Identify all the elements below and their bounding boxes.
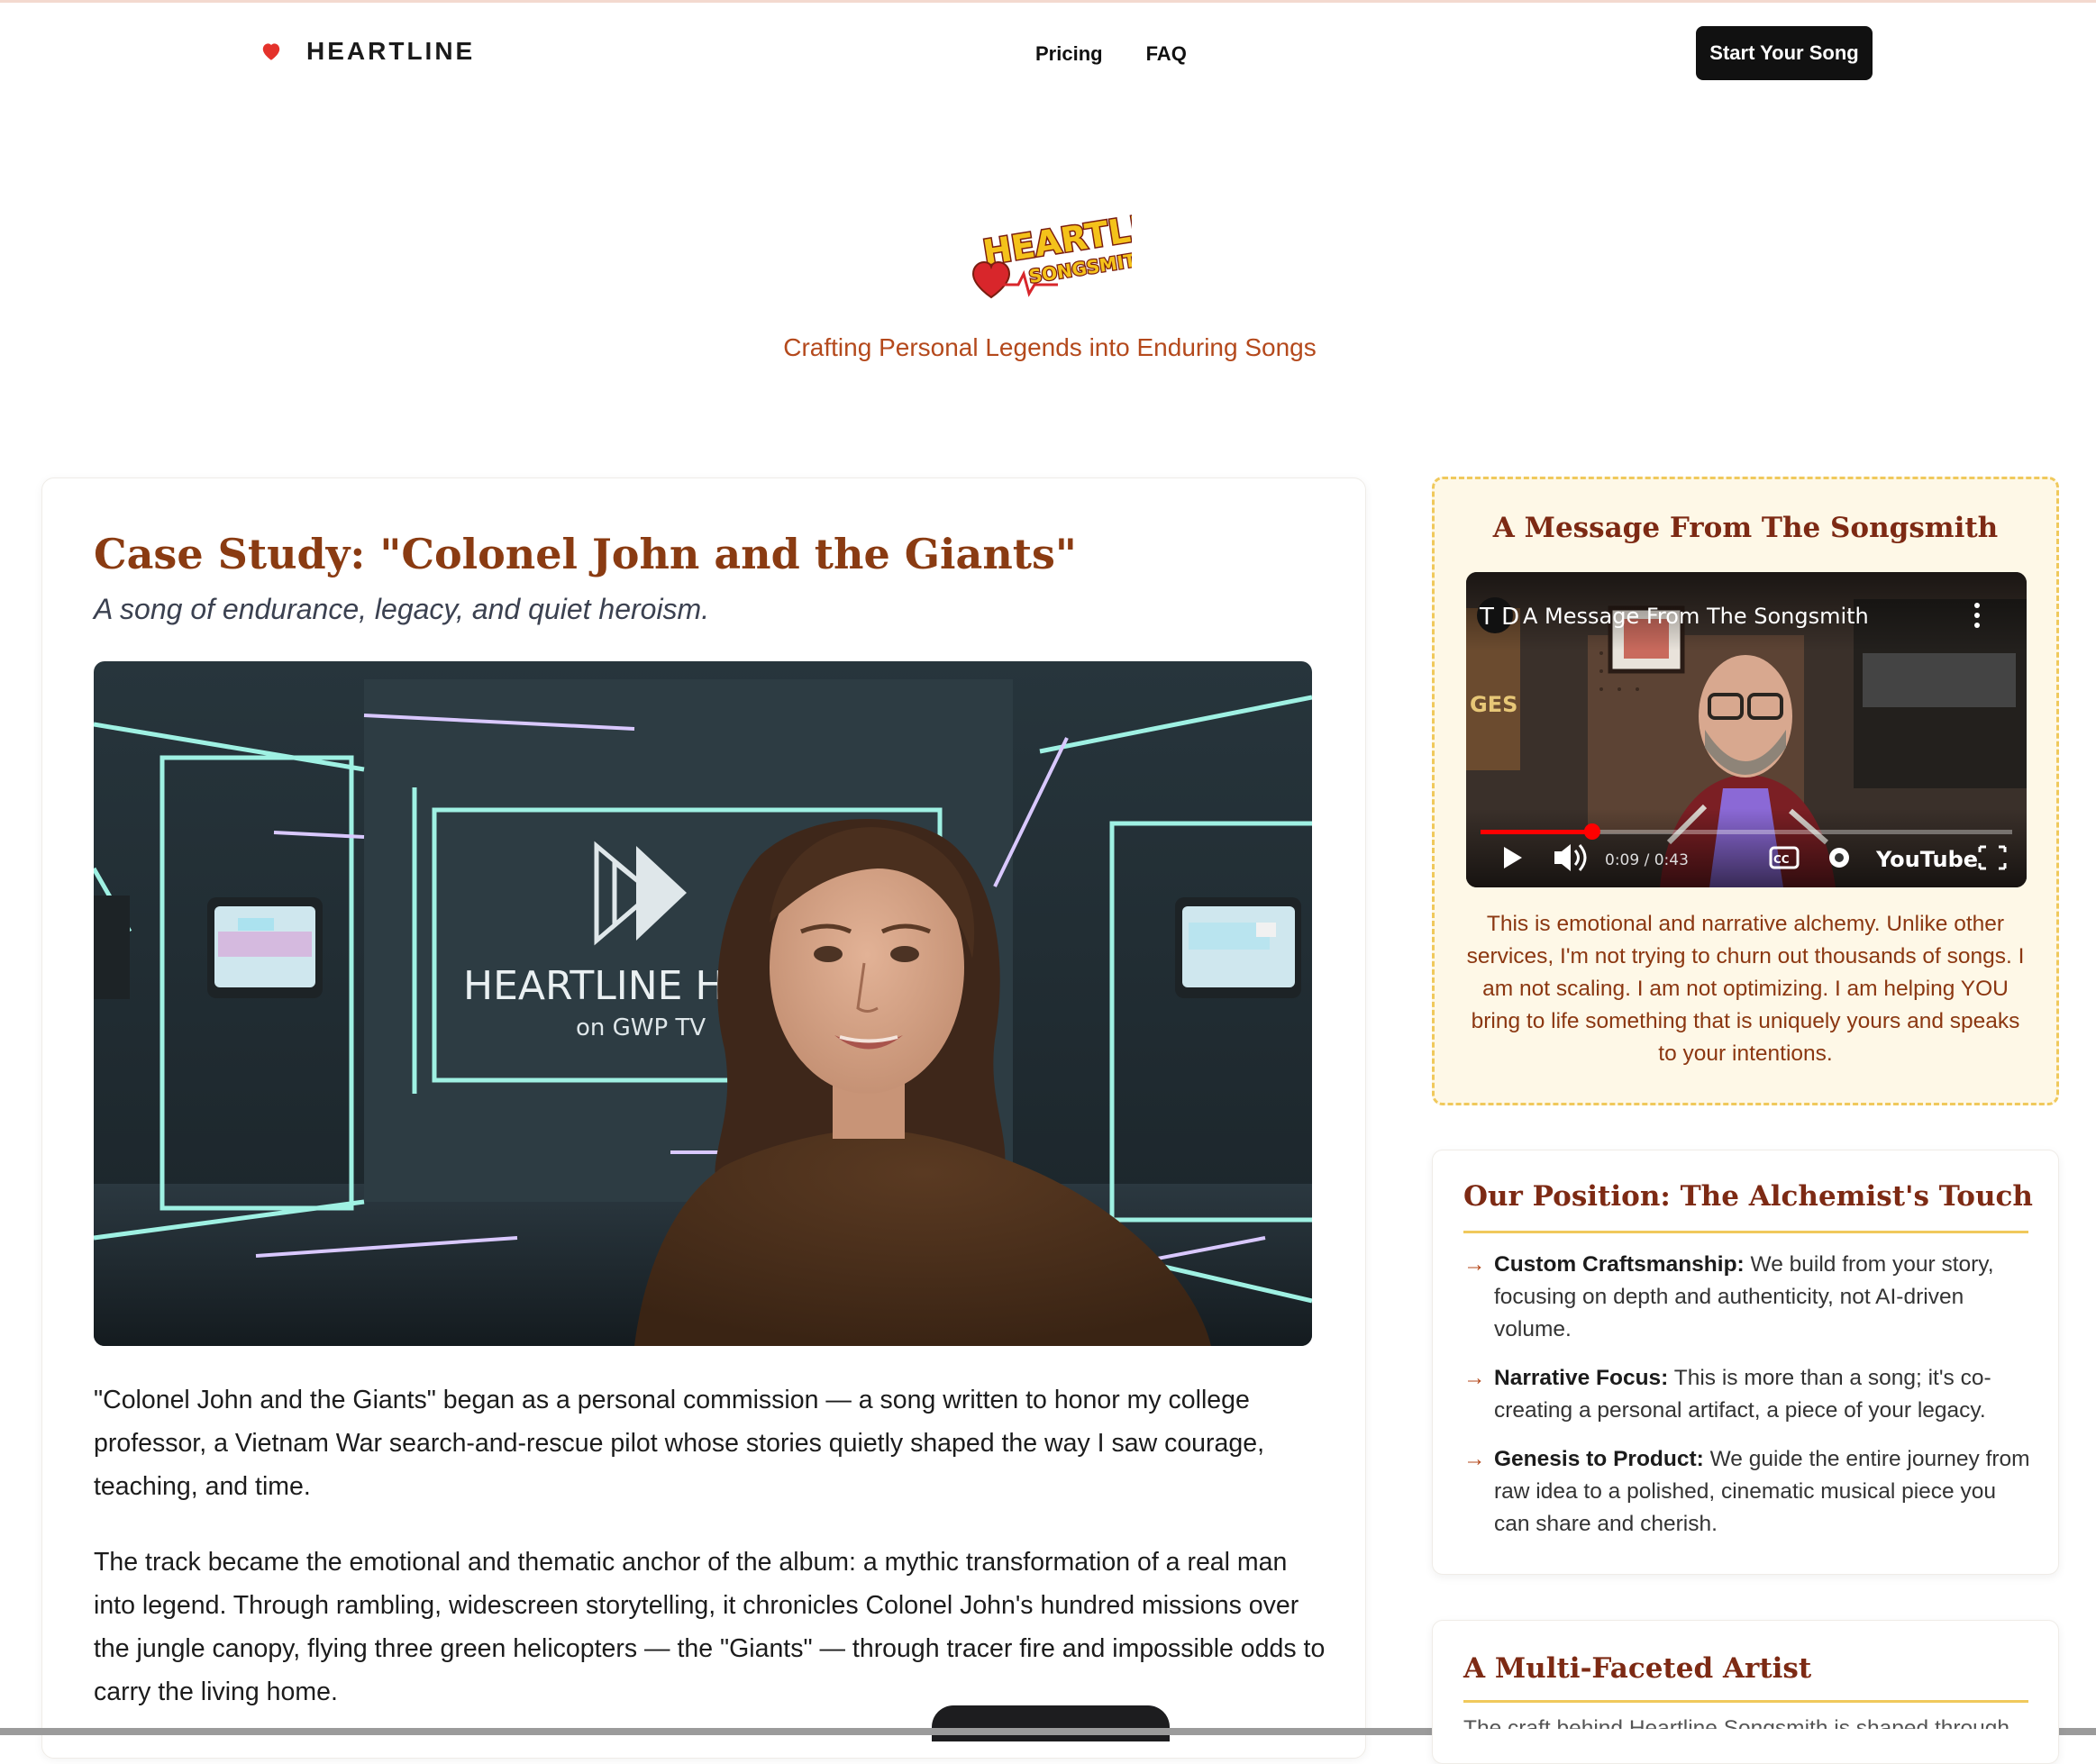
video-time: 0:09 / 0:43 <box>1605 851 1689 869</box>
position-item: → Narrative Focus: This is more than a so… <box>1463 1362 2031 1427</box>
songsmith-message-text: This is emotional and narrative alchemy.… <box>1466 912 2025 1066</box>
position-list: → Custom Craftsmanship: We build from you… <box>1463 1249 2031 1557</box>
studio-scene-illustration: HEARTLINE HITS on GWP TV <box>94 661 1312 1346</box>
case-study-paragraph-2: The track became the emotional and thema… <box>94 1548 1326 1706</box>
artist-card <box>1432 1620 2059 1764</box>
case-study-image: HEARTLINE HITS on GWP TV <box>94 661 1312 1346</box>
logo-heart-icon <box>971 260 1011 299</box>
settings-gear-icon[interactable] <box>1829 848 1849 868</box>
youtube-video-player[interactable]: GES T D A Message From The Songsmith 0:0… <box>1466 572 2027 887</box>
more-options-icon[interactable] <box>1974 603 1980 628</box>
captions-label: CC <box>1773 853 1790 866</box>
top-navbar: HEARTLINE Pricing FAQ Start Your Song <box>0 3 2096 104</box>
channel-initials: T D <box>1479 604 1519 631</box>
video-title[interactable]: A Message From The Songsmith <box>1523 604 1869 629</box>
songsmith-message-title: A Message From The Songsmith <box>1492 512 1999 544</box>
position-divider <box>1463 1231 2028 1233</box>
nav-link-faq[interactable]: FAQ <box>1146 42 1187 66</box>
heartline-songsmith-logo: HEARTLINE SONGSMITH <box>971 207 1132 299</box>
brand-name: HEARTLINE <box>306 37 476 65</box>
video-frame: GES T D A Message From The Songsmith 0:0… <box>1466 572 2027 887</box>
position-item-label: Narrative Focus: <box>1494 1366 1669 1390</box>
case-study-subtitle: A song of endurance, legacy, and quiet h… <box>94 593 710 625</box>
hero-tagline: Crafting Personal Legends into Enduring … <box>783 333 1317 361</box>
screen-subtitle: on GWP TV <box>576 1014 706 1041</box>
position-item: → Genesis to Product: We guide the entire… <box>1463 1443 2031 1541</box>
arrow-right-icon: → <box>1463 1366 1486 1390</box>
youtube-logo[interactable]: YouTube <box>1875 847 1978 872</box>
artist-title: A Multi-Faceted Artist <box>1463 1652 1812 1685</box>
heart-icon <box>262 43 280 60</box>
position-item: → Custom Craftsmanship: We build from you… <box>1463 1249 2031 1346</box>
video-scrubber[interactable] <box>1583 823 1600 840</box>
arrow-right-icon: → <box>1463 1447 1486 1471</box>
artist-text-cut: The craft behind Heartline Songsmith is … <box>1463 1716 2028 1729</box>
case-study-title: Case Study: "Colonel John and the Giants… <box>94 530 1077 578</box>
start-your-song-button[interactable]: Start Your Song <box>1696 26 1873 80</box>
artist-text: The craft behind Heartline Songsmith is … <box>1463 1716 2010 1729</box>
nav-links: Pricing FAQ <box>1035 42 1187 66</box>
nav-link-pricing[interactable]: Pricing <box>1035 42 1103 66</box>
position-item-label: Custom Craftsmanship: <box>1494 1252 1745 1277</box>
floating-toolbar[interactable] <box>932 1705 1170 1741</box>
position-title: Our Position: The Alchemist's Touch <box>1463 1180 2033 1213</box>
arrow-right-icon: → <box>1463 1252 1486 1277</box>
brand-link[interactable]: HEARTLINE <box>260 37 475 66</box>
position-item-label: Genesis to Product: <box>1494 1447 1704 1471</box>
video-progress-played <box>1481 830 1592 834</box>
case-study-paragraph-1: "Colonel John and the Giants" began as a… <box>94 1386 1264 1501</box>
artist-divider <box>1463 1700 2028 1703</box>
